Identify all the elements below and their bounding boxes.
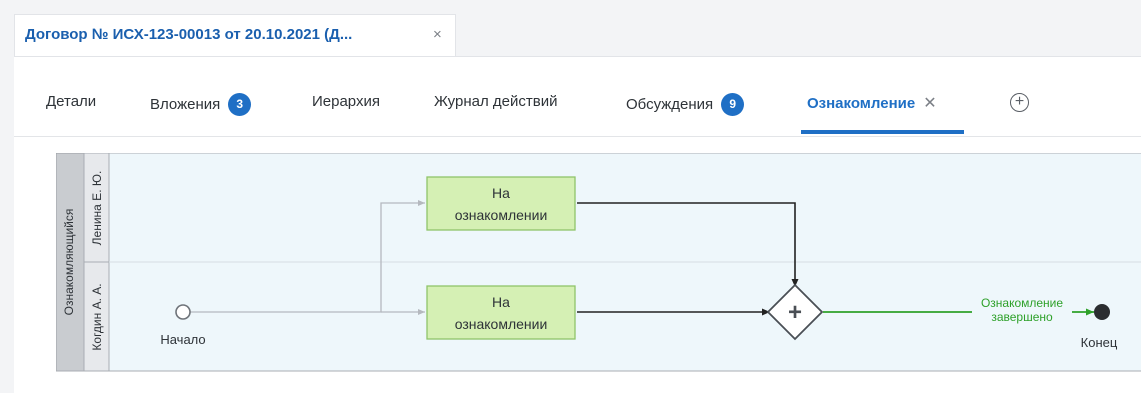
tab-action-log[interactable]: Журнал действий <box>434 93 557 110</box>
count-badge: 3 <box>228 93 252 116</box>
lane-label: Ленина Е. Ю. <box>90 171 104 246</box>
task-label: ознакомлении <box>455 316 548 332</box>
tab-discussions[interactable]: Обсуждения 9 <box>626 93 745 116</box>
task-label: ознакомлении <box>455 207 548 223</box>
task-label: На <box>492 294 510 310</box>
start-event-icon[interactable] <box>175 304 191 320</box>
flow-label: завершено <box>991 310 1053 324</box>
end-label: Конец <box>1081 335 1118 350</box>
document-panel: Детали Вложения 3 Иерархия Журнал действ… <box>14 56 1141 393</box>
tab-label: Журнал действий <box>434 93 558 110</box>
process-diagram: Ознакомляющийся Ленина Е. Ю. Когдин А. А… <box>56 153 1141 372</box>
active-tab-indicator <box>801 130 964 134</box>
tab-attachments[interactable]: Вложения 3 <box>150 93 252 116</box>
task-node[interactable]: На ознакомлении <box>426 285 576 340</box>
add-tab-icon[interactable]: + <box>1010 93 1029 112</box>
task-label: На <box>492 185 510 201</box>
close-icon[interactable]: × <box>433 26 442 43</box>
tab-label: Ознакомление <box>807 94 916 112</box>
tab-familiarization[interactable]: Ознакомление ✕ <box>807 93 937 113</box>
tab-label: Иерархия <box>312 93 380 110</box>
tab-details[interactable]: Детали <box>46 93 96 110</box>
tab-hierarchy[interactable]: Иерархия <box>312 93 380 110</box>
document-tab-title[interactable]: Договор № ИСХ-123-00013 от 20.10.2021 (Д… <box>25 26 352 43</box>
flow-label: Ознакомление <box>981 296 1063 310</box>
gateway-glyph: + <box>788 299 802 326</box>
lane-label: Когдин А. А. <box>90 283 104 350</box>
document-tab[interactable]: Договор № ИСХ-123-00013 от 20.10.2021 (Д… <box>14 14 456 56</box>
end-event-icon[interactable] <box>1094 304 1110 320</box>
tab-label: Вложения <box>150 96 221 113</box>
tab-close-icon[interactable]: ✕ <box>923 93 936 113</box>
pool-label: Ознакомляющийся <box>62 209 76 316</box>
count-badge: 9 <box>721 93 745 116</box>
task-node[interactable]: На ознакомлении <box>426 176 576 231</box>
tab-label: Детали <box>46 93 97 110</box>
tab-label: Обсуждения <box>626 96 714 113</box>
start-label: Начало <box>160 332 205 347</box>
tab-bar: Детали Вложения 3 Иерархия Журнал действ… <box>14 57 1141 137</box>
